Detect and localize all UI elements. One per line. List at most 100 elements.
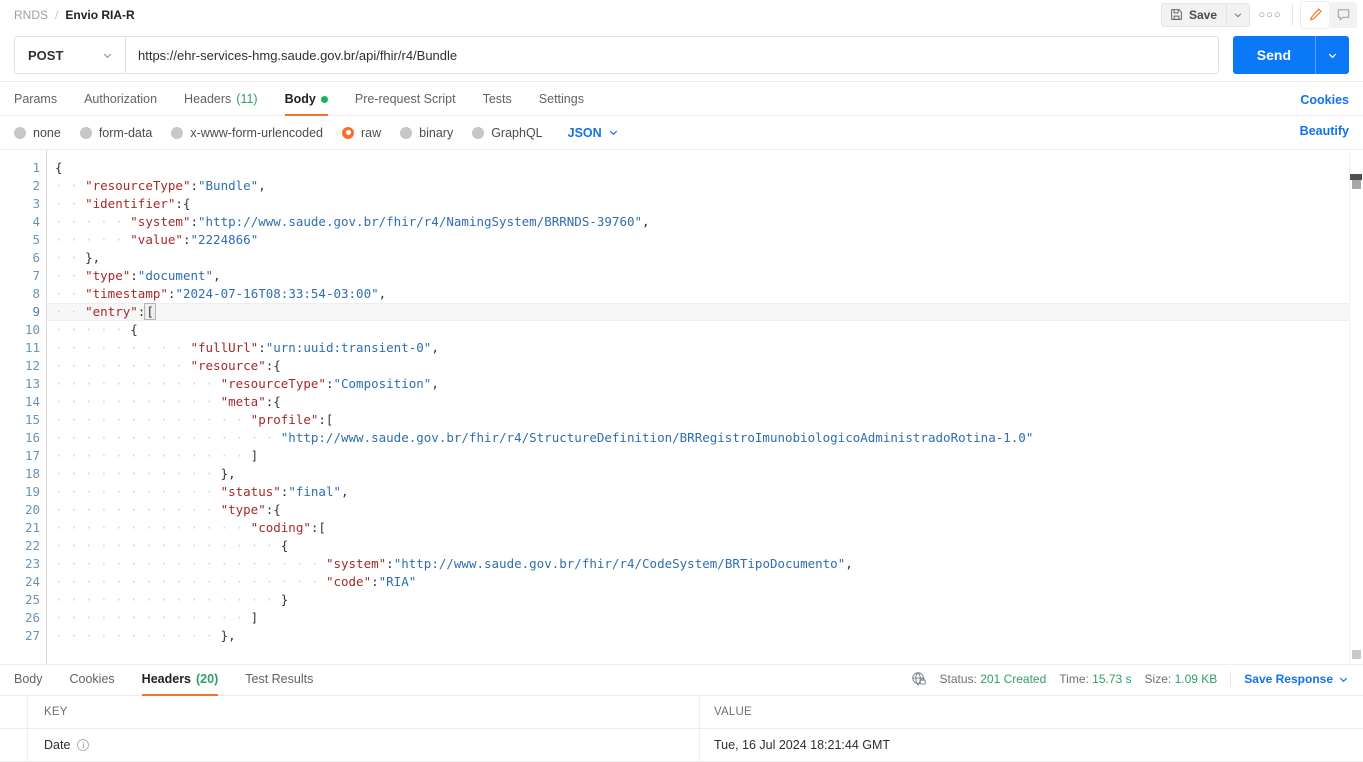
line-number: 26 — [24, 610, 40, 625]
indent-guides: · · · · · — [55, 232, 131, 247]
save-response-button[interactable]: Save Response — [1244, 672, 1349, 686]
body-type-form-data[interactable]: form-data — [79, 126, 152, 140]
row-gutter — [0, 695, 28, 729]
code-token: "entry" — [85, 304, 138, 319]
code-line[interactable]: · · · · · · · · · · · · · ] — [47, 447, 1363, 465]
code-line[interactable]: · · · · · · · · · · · · · ] — [47, 609, 1363, 627]
body-type-raw[interactable]: raw — [342, 126, 381, 140]
code-line[interactable]: · · · · · · · · · "resource":{ — [47, 357, 1363, 375]
line-number: 14 — [24, 394, 40, 409]
code-token: : — [190, 214, 199, 229]
request-body-editor[interactable]: 1 2 3 4 5 6 7 8 9 10 11 12 13 14 15 16 17 18 19 20 21 22 23 24 2… — [0, 149, 1363, 664]
send-button[interactable]: Send — [1232, 36, 1315, 74]
tab-body-label: Body — [284, 92, 316, 106]
info-icon[interactable]: i — [77, 739, 90, 751]
code-line[interactable]: · · · · · · · · · · · "status":"final", — [47, 483, 1363, 501]
code-line[interactable]: · · · · · "system":"http://www.saude.gov… — [47, 213, 1363, 231]
tab-headers[interactable]: Headers (11) — [184, 92, 258, 115]
code-line[interactable]: · · "resourceType":"Bundle", — [47, 177, 1363, 195]
code-line[interactable]: · · · · · · · · · "fullUrl":"urn:uuid:tr… — [47, 339, 1363, 357]
code-line[interactable]: { — [47, 159, 1363, 177]
response-meta: Status: 201 Created Time: 15.73 s Size: … — [911, 671, 1349, 687]
indent-guides: · · — [55, 286, 86, 301]
code-token: "profile" — [250, 412, 319, 427]
http-method-value: POST — [28, 47, 64, 63]
code-token: "Bundle" — [198, 178, 259, 193]
code-token: , — [845, 556, 853, 571]
code-line[interactable]: · · "timestamp":"2024-07-16T08:33:54-03:… — [47, 285, 1363, 303]
code-token: , — [431, 340, 439, 355]
code-line[interactable]: · · · · · · · · · · · · · "profile":[ — [47, 411, 1363, 429]
code-line[interactable]: · · "identifier":{ — [47, 195, 1363, 213]
tab-settings[interactable]: Settings — [539, 92, 584, 115]
breadcrumb-collection[interactable]: RNDS — [14, 8, 48, 22]
scrollbar-end-marker[interactable] — [1352, 650, 1361, 659]
line-number: 23 — [24, 556, 40, 571]
header-key-cell: Date i — [28, 728, 700, 762]
header-key-text: Date — [44, 738, 71, 752]
line-number: 12 — [24, 358, 40, 373]
body-type-x-www-form-urlencoded[interactable]: x-www-form-urlencoded — [171, 126, 323, 140]
code-line[interactable]: · · · · · · · · · · · }, — [47, 465, 1363, 483]
http-method-select[interactable]: POST — [14, 36, 125, 74]
response-tab-headers[interactable]: Headers (20) — [141, 672, 218, 696]
cookies-link[interactable]: Cookies — [1300, 93, 1349, 107]
tab-tests[interactable]: Tests — [483, 92, 512, 115]
scrollbar-thumb-secondary[interactable] — [1352, 180, 1361, 189]
tab-headers-label: Headers — [184, 92, 232, 106]
code-line[interactable]: · · · · · · · · · · · · · "coding":[ — [47, 519, 1363, 537]
request-tabs: Params Authorization Headers (11) Body P… — [0, 82, 1363, 116]
editor-code-area[interactable]: {· · "resourceType":"Bundle", · · "identi… — [46, 150, 1363, 664]
code-line[interactable]: · · · · · { — [47, 321, 1363, 339]
body-type-binary[interactable]: binary — [400, 126, 453, 140]
code-line[interactable]: · · · · · · · · · · · · · · · · · · "cod… — [47, 573, 1363, 591]
code-line[interactable]: · · · · · · · · · · · "resourceType":"Co… — [47, 375, 1363, 393]
breadcrumb-request[interactable]: Envio RIA-R — [65, 8, 134, 22]
tab-body[interactable]: Body — [284, 92, 329, 116]
code-token: : — [371, 574, 379, 589]
column-header-key: KEY — [28, 695, 700, 729]
beautify-link[interactable]: Beautify — [1300, 124, 1349, 138]
code-line[interactable]: · · · · · · · · · · · · · · · } — [47, 591, 1363, 609]
code-token: "2024-07-16T08:33:54-03:00" — [175, 286, 379, 301]
indent-guides: · · · · · · · · · · · · · · · — [55, 592, 281, 607]
comments-button[interactable] — [1329, 1, 1357, 28]
response-tab-body[interactable]: Body — [14, 672, 43, 695]
code-token: : — [386, 556, 394, 571]
tab-authorization[interactable]: Authorization — [84, 92, 157, 115]
globe-lock-icon[interactable] — [911, 671, 927, 687]
code-line[interactable]: · · "type":"document", — [47, 267, 1363, 285]
line-number: 9 — [32, 304, 40, 319]
save-dropdown-button[interactable] — [1226, 2, 1250, 27]
body-type-none[interactable]: none — [14, 126, 61, 140]
request-url-input[interactable]: https://ehr-services-hmg.saude.gov.br/ap… — [125, 36, 1219, 74]
code-line[interactable]: · · "entry":[ — [47, 303, 1363, 321]
save-button[interactable]: Save — [1160, 2, 1226, 27]
tab-pre-request-script[interactable]: Pre-request Script — [355, 92, 456, 115]
code-token: { — [130, 322, 138, 337]
more-options-button[interactable]: ○○○ — [1256, 3, 1284, 27]
code-line[interactable]: · · · · · · · · · · · · · · · "http://ww… — [47, 429, 1363, 447]
edit-request-button[interactable] — [1301, 1, 1329, 28]
code-line[interactable]: · · · · · · · · · · · · · · · · · · "sys… — [47, 555, 1363, 573]
body-format-select[interactable]: JSON — [568, 126, 619, 140]
tab-params[interactable]: Params — [14, 92, 57, 115]
code-line[interactable]: · · }, — [47, 249, 1363, 267]
code-line[interactable]: · · · · · "value":"2224866" — [47, 231, 1363, 249]
code-token: :{ — [265, 394, 281, 409]
code-line[interactable]: · · · · · · · · · · · · · · · { — [47, 537, 1363, 555]
editor-vertical-scrollbar[interactable] — [1349, 150, 1363, 664]
line-number: 19 — [24, 484, 40, 499]
table-row[interactable]: Date i Tue, 16 Jul 2024 18:21:44 GMT — [0, 728, 1363, 762]
code-line[interactable]: · · · · · · · · · · · }, — [47, 627, 1363, 645]
response-tab-headers-label: Headers — [141, 672, 192, 686]
response-tab-cookies[interactable]: Cookies — [70, 672, 115, 695]
code-line[interactable]: · · · · · · · · · · · "meta":{ — [47, 393, 1363, 411]
response-tab-test-results[interactable]: Test Results — [245, 672, 313, 695]
body-type-graphql[interactable]: GraphQL — [472, 126, 543, 140]
send-dropdown-button[interactable] — [1315, 36, 1349, 74]
response-tab-cookies-label: Cookies — [69, 672, 115, 686]
toolbar-divider — [1292, 3, 1293, 26]
code-line[interactable]: · · · · · · · · · · · "type":{ — [47, 501, 1363, 519]
indent-guides: · · · · · · · · · · · — [55, 484, 221, 499]
